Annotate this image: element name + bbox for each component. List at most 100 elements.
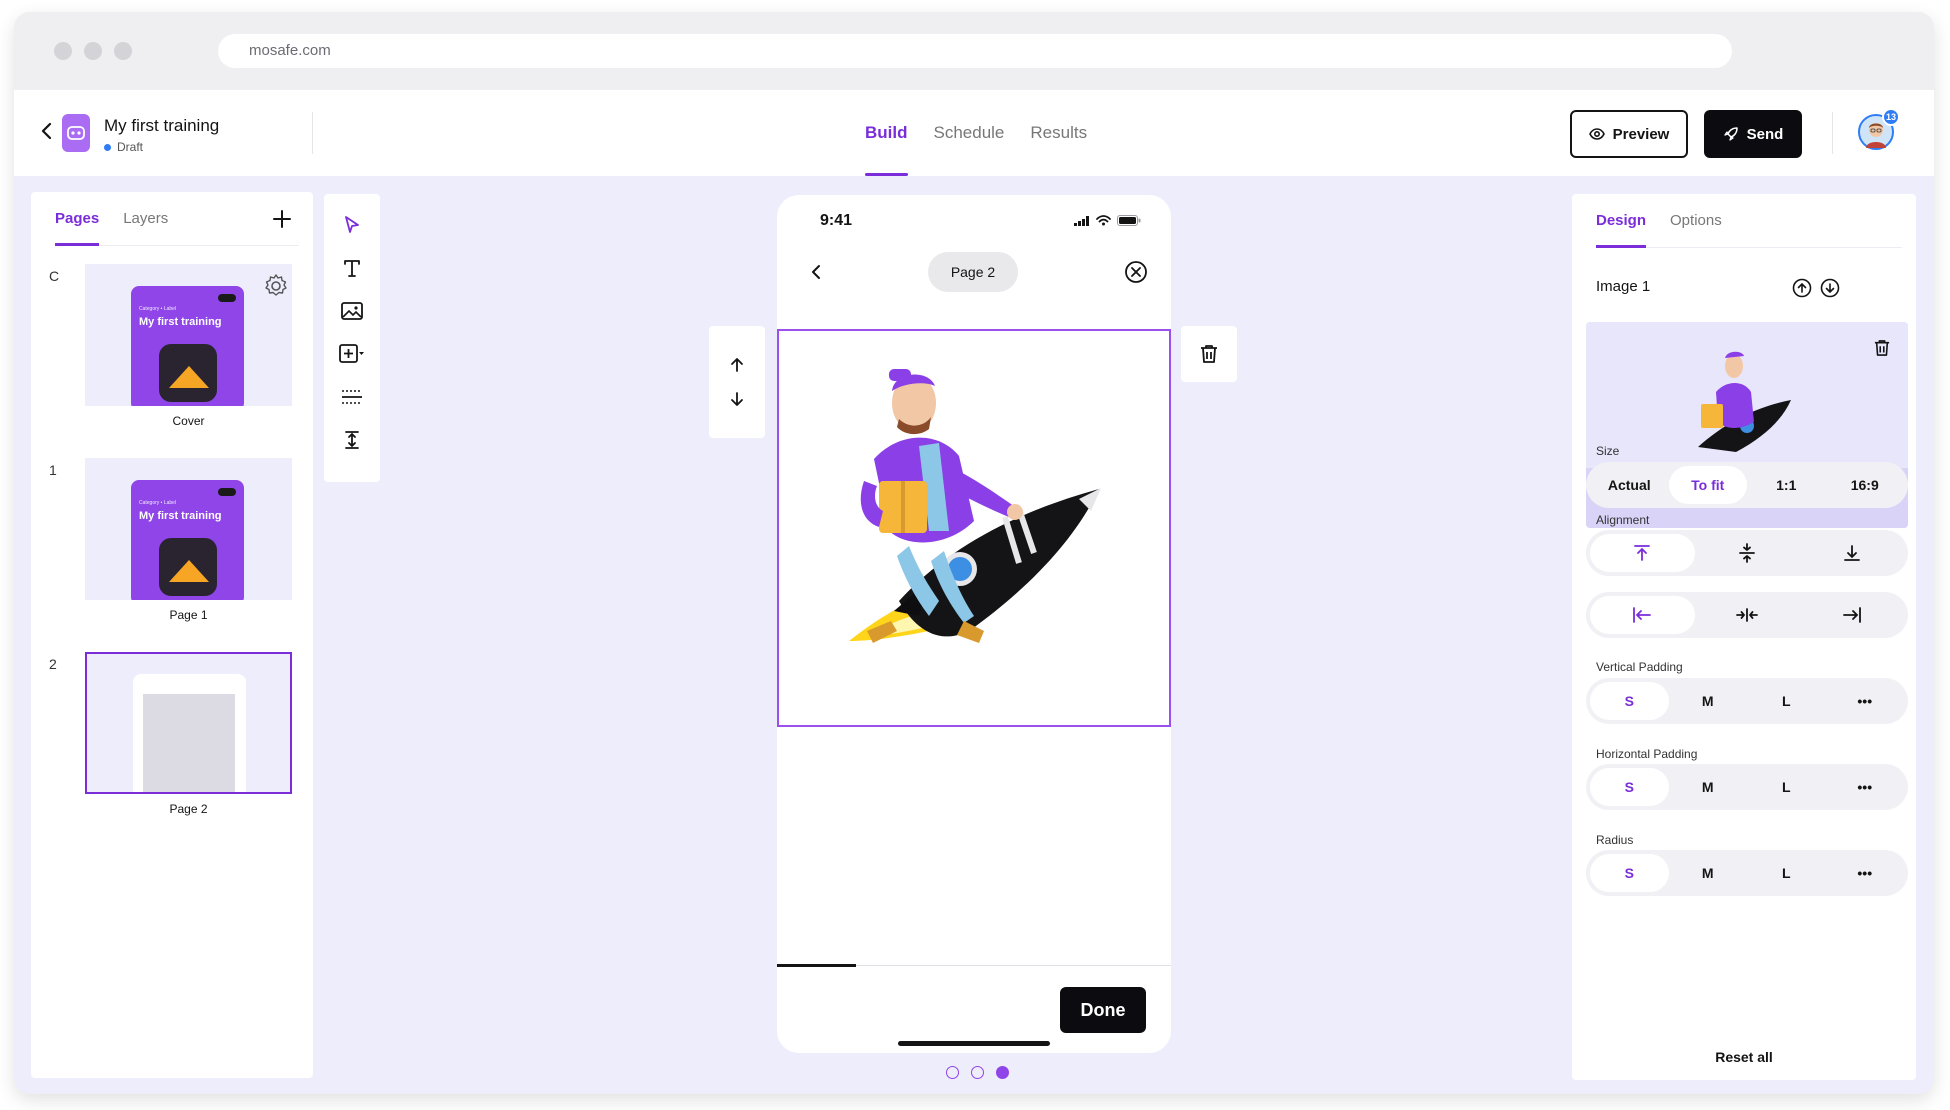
divider-tool[interactable] — [339, 384, 365, 410]
gear-icon[interactable] — [262, 272, 290, 300]
spacer-tool[interactable] — [339, 427, 365, 453]
notification-badge: 13 — [1882, 108, 1900, 126]
chevron-left-icon — [812, 265, 820, 279]
image-tool[interactable] — [339, 298, 365, 324]
user-avatar[interactable]: 13 — [1858, 108, 1900, 150]
align-top-icon — [1634, 545, 1651, 561]
image-block-selected[interactable] — [777, 329, 1171, 727]
address-bar[interactable]: mosafe.com — [218, 34, 1732, 68]
align-right-button[interactable] — [1799, 596, 1904, 634]
move-down-button[interactable] — [1818, 276, 1842, 300]
size-option-16-9[interactable]: 16:9 — [1826, 466, 1905, 504]
close-window-dot[interactable] — [54, 42, 72, 60]
add-block-tool[interactable] — [339, 341, 365, 367]
align-middle-icon — [1739, 543, 1755, 563]
radius-more-button[interactable]: ••• — [1826, 854, 1905, 892]
align-bottom-button[interactable] — [1799, 534, 1904, 572]
phone-progress-fill — [777, 964, 856, 967]
phone-back-button[interactable] — [799, 255, 833, 289]
tab-results[interactable]: Results — [1030, 90, 1087, 176]
vpad-option-s[interactable]: S — [1590, 682, 1669, 720]
arrow-down-icon[interactable] — [730, 391, 744, 407]
tab-schedule[interactable]: Schedule — [934, 90, 1005, 176]
tab-build[interactable]: Build — [865, 90, 908, 176]
horizontal-alignment-selector — [1586, 592, 1908, 638]
vertical-padding-selector: S M L ••• — [1586, 678, 1908, 724]
back-button[interactable] — [32, 117, 60, 145]
hpad-option-s[interactable]: S — [1590, 768, 1669, 806]
main-tabs: Build Schedule Results — [865, 90, 1087, 176]
hpad-more-button[interactable]: ••• — [1826, 768, 1905, 806]
card-image-icon — [159, 344, 217, 402]
move-up-button[interactable] — [1790, 276, 1814, 300]
chevron-left-icon — [41, 122, 52, 140]
radius-option-s[interactable]: S — [1590, 854, 1669, 892]
tab-layers[interactable]: Layers — [123, 192, 168, 245]
align-left-button[interactable] — [1590, 596, 1695, 634]
image-icon — [341, 302, 363, 320]
pager-dot[interactable] — [971, 1066, 984, 1079]
align-center-button[interactable] — [1695, 596, 1800, 634]
size-selector: Actual To fit 1:1 16:9 — [1586, 462, 1908, 508]
pages-panel-tabs: Pages Layers — [55, 192, 299, 246]
arrow-down-circle-icon — [1820, 278, 1840, 298]
size-option-to-fit[interactable]: To fit — [1668, 466, 1747, 504]
phone-done-button[interactable]: Done — [1060, 987, 1146, 1033]
pager-dot[interactable] — [996, 1066, 1009, 1079]
card-title: My first training — [139, 510, 222, 522]
tab-design[interactable]: Design — [1596, 194, 1647, 248]
radius-option-m[interactable]: M — [1669, 854, 1748, 892]
align-middle-button[interactable] — [1695, 534, 1800, 572]
vpad-more-button[interactable]: ••• — [1826, 682, 1905, 720]
size-option-1-1[interactable]: 1:1 — [1747, 466, 1826, 504]
app-header: My first training Draft Build Schedule R… — [14, 90, 1934, 176]
preview-button[interactable]: Preview — [1570, 110, 1688, 158]
reset-all-button[interactable]: Reset all — [1572, 1049, 1916, 1065]
page-thumbnail-selected[interactable] — [85, 652, 292, 794]
preview-label: Preview — [1612, 125, 1670, 143]
phone-page-indicator[interactable]: Page 2 — [928, 252, 1018, 292]
phone-home-indicator — [898, 1041, 1050, 1046]
page-index: 2 — [49, 656, 57, 672]
maximize-window-dot[interactable] — [114, 42, 132, 60]
image-thumbnail[interactable] — [1586, 322, 1908, 468]
design-panel: Design Options Image 1 image-001.jpg — [1572, 194, 1916, 1080]
size-option-actual[interactable]: Actual — [1590, 466, 1669, 504]
phone-close-button[interactable] — [1119, 255, 1153, 289]
rocket-icon — [1724, 127, 1738, 141]
minimize-window-dot[interactable] — [84, 42, 102, 60]
align-top-button[interactable] — [1590, 534, 1695, 572]
wifi-icon — [1096, 215, 1111, 226]
close-circle-icon — [1125, 261, 1147, 283]
phone-preview: 9:41 Page 2 Done — [777, 195, 1171, 1053]
card-category: Category • Label — [139, 306, 177, 312]
page-thumbnail[interactable]: Category • Label My first training — [85, 458, 292, 600]
add-page-button[interactable] — [269, 206, 295, 232]
spacer-icon — [345, 431, 359, 449]
pager-dot[interactable] — [946, 1066, 959, 1079]
vertical-alignment-selector — [1586, 530, 1908, 576]
pages-panel: Pages Layers C Category • Label My first… — [31, 192, 313, 1078]
send-button[interactable]: Send — [1704, 110, 1802, 158]
page-thumbnail[interactable]: Category • Label My first training — [85, 264, 292, 406]
blank-page-preview — [133, 674, 246, 792]
radius-option-l[interactable]: L — [1747, 854, 1826, 892]
horizontal-padding-selector: S M L ••• — [1586, 764, 1908, 810]
tab-options[interactable]: Options — [1670, 194, 1722, 247]
delete-block-button[interactable] — [1181, 326, 1237, 382]
select-tool[interactable] — [339, 212, 365, 238]
training-doc-icon — [62, 114, 90, 152]
vpad-option-l[interactable]: L — [1747, 682, 1826, 720]
status-dot-icon — [104, 143, 111, 151]
radius-selector: S M L ••• — [1586, 850, 1908, 896]
hpad-option-l[interactable]: L — [1747, 768, 1826, 806]
hpad-option-m[interactable]: M — [1669, 768, 1748, 806]
delete-image-button[interactable] — [1870, 336, 1894, 360]
page-index: 1 — [49, 462, 57, 478]
arrow-up-icon[interactable] — [730, 357, 744, 373]
page-index: C — [49, 268, 60, 284]
vpad-option-m[interactable]: M — [1669, 682, 1748, 720]
horizontal-padding-label: Horizontal Padding — [1596, 747, 1698, 761]
text-tool[interactable] — [339, 255, 365, 281]
tab-pages[interactable]: Pages — [55, 192, 100, 246]
